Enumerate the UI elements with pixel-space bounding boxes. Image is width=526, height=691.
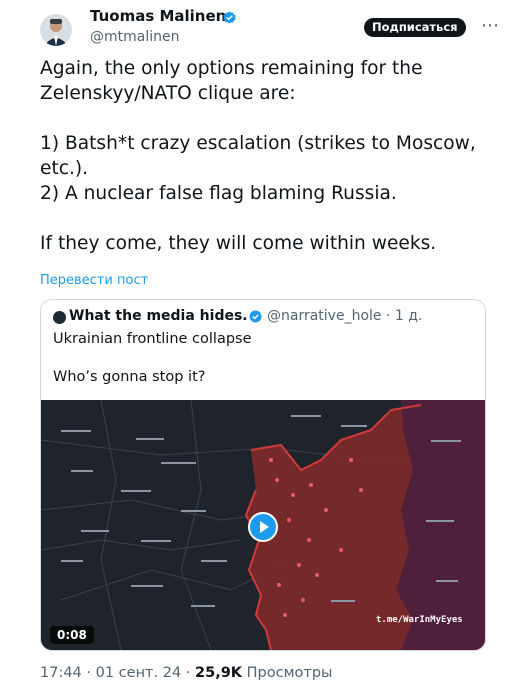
tweet-line: 1) Batsh*t crazy escalation (strikes to …: [40, 133, 476, 179]
views-label: Просмотры: [246, 665, 333, 681]
avatar[interactable]: [40, 14, 72, 46]
separator-dot: ·: [185, 665, 196, 681]
separator-dot: ·: [385, 308, 395, 324]
video-duration-badge: 0:08: [50, 626, 94, 644]
tweet-line: If they come, they will come within week…: [40, 233, 437, 254]
views-count: 25,9K: [195, 665, 243, 681]
post-meta: 17:44 · 01 сент. 24 · 25,9K Просмотры: [40, 665, 333, 681]
video-thumbnail[interactable]: t.me/WarInMyEyes 0:08: [41, 400, 485, 650]
quoted-post[interactable]: What the media hides. @narrative_hole · …: [40, 299, 486, 651]
author-handle[interactable]: @mtmalinen: [90, 29, 179, 45]
verified-badge-icon: [249, 310, 262, 323]
post-date[interactable]: 01 сент. 24: [96, 665, 182, 681]
author-name[interactable]: Tuomas Malinen: [90, 7, 226, 25]
tweet-line: Again, the only options remaining for th…: [40, 58, 423, 104]
tweet-text: Again, the only options remaining for th…: [40, 56, 510, 256]
quote-text: Ukrainian frontline collapse Who’s gonna…: [53, 330, 473, 387]
quote-line: Ukrainian frontline collapse: [53, 331, 252, 347]
separator-dot: ·: [86, 665, 96, 681]
quote-age: 1 д.: [394, 308, 423, 324]
verified-badge-icon: [223, 11, 236, 24]
play-icon[interactable]: [248, 512, 278, 542]
post-time[interactable]: 17:44: [40, 665, 82, 681]
profile-photo-avatar-icon: [40, 14, 72, 46]
quote-handle-and-age[interactable]: @narrative_hole · 1 д.: [267, 308, 422, 324]
subscribe-button[interactable]: Подписаться: [364, 18, 466, 37]
quote-avatar[interactable]: [53, 311, 66, 324]
video-watermark: t.me/WarInMyEyes: [376, 615, 463, 625]
quote-author-name[interactable]: What the media hides.: [69, 308, 248, 324]
translate-post-link[interactable]: Перевести пост: [40, 273, 148, 288]
quote-handle[interactable]: @narrative_hole: [267, 308, 382, 324]
more-options-icon[interactable]: ⋯: [481, 15, 500, 36]
tweet-line: 2) A nuclear false flag blaming Russia.: [40, 183, 397, 204]
quote-line: Who’s gonna stop it?: [53, 369, 206, 385]
